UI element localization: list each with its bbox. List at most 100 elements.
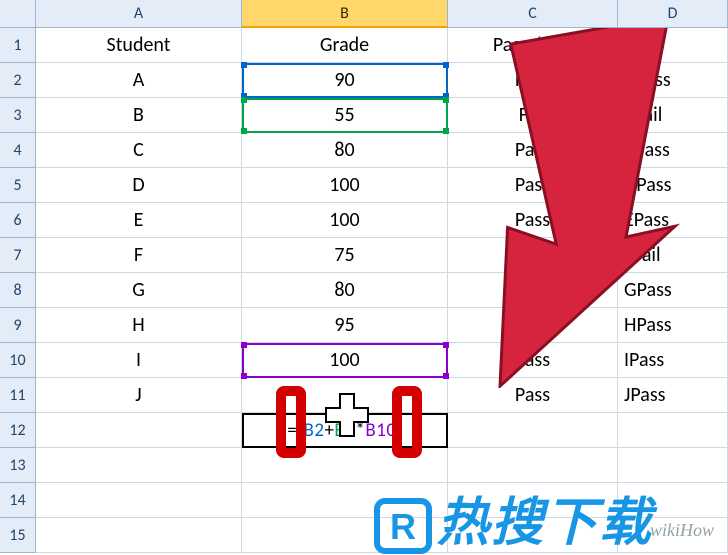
cell-C9[interactable]: Pass — [448, 308, 618, 343]
cell-C2[interactable]: Pass — [448, 63, 618, 98]
cell-B7[interactable]: 75 — [242, 238, 448, 273]
col-header-A[interactable]: A — [36, 0, 242, 28]
col-header-C[interactable]: C — [448, 0, 618, 28]
cell-A13[interactable] — [36, 448, 242, 483]
row-header-9[interactable]: 9 — [0, 308, 36, 343]
row-13: 13 — [0, 448, 728, 483]
cell-A7[interactable]: F — [36, 238, 242, 273]
cell-B4[interactable]: 80 — [242, 133, 448, 168]
cell-D6[interactable]: EPass — [618, 203, 728, 238]
row-header-2[interactable]: 2 — [0, 63, 36, 98]
cell-A15[interactable] — [36, 518, 242, 553]
cell-C11[interactable]: Pass — [448, 378, 618, 413]
cell-B5[interactable]: 100 — [242, 168, 448, 203]
row-4: 4 C 80 Pass CPass — [0, 133, 728, 168]
cell-A8[interactable]: G — [36, 273, 242, 308]
cell-B11[interactable] — [242, 378, 448, 413]
formula-close: ) — [396, 419, 402, 442]
row-header-3[interactable]: 3 — [0, 98, 36, 133]
row-10: 10 I 100 Pass IPass — [0, 343, 728, 378]
row-5: 5 D 100 Pass DPass — [0, 168, 728, 203]
cell-C13[interactable] — [448, 448, 618, 483]
cell-C7[interactable]: Fail — [448, 238, 618, 273]
cell-B2[interactable]: 90 — [242, 63, 448, 98]
col-header-D[interactable]: D — [618, 0, 728, 28]
row-header-1[interactable]: 1 — [0, 28, 36, 63]
formula-ref2: B3 — [334, 419, 355, 442]
formula-ref3: B10 — [365, 419, 396, 442]
cell-D8[interactable]: GPass — [618, 273, 728, 308]
cell-D13[interactable] — [618, 448, 728, 483]
row-header-4[interactable]: 4 — [0, 133, 36, 168]
formula-ref1: B2 — [303, 419, 324, 442]
cell-C10[interactable]: Pass — [448, 343, 618, 378]
cell-A4[interactable]: C — [36, 133, 242, 168]
row-header-12[interactable]: 12 — [0, 413, 36, 448]
row-header-8[interactable]: 8 — [0, 273, 36, 308]
row-2: 2 A 90 Pass APass — [0, 63, 728, 98]
cell-D9[interactable]: HPass — [618, 308, 728, 343]
cell-D7[interactable]: FFail — [618, 238, 728, 273]
cell-A6[interactable]: E — [36, 203, 242, 238]
column-header-row: A B C D — [0, 0, 728, 28]
row-3: 3 B 55 Fail BFail — [0, 98, 728, 133]
formula-open: =( — [287, 419, 303, 442]
watermark-resou: R 热搜下载 — [373, 480, 653, 555]
select-all-corner[interactable] — [0, 0, 36, 28]
cell-B6[interactable]: 100 — [242, 203, 448, 238]
cell-D4[interactable]: CPass — [618, 133, 728, 168]
row-11: 11 J Pass JPass — [0, 378, 728, 413]
cell-B13[interactable] — [242, 448, 448, 483]
row-header-11[interactable]: 11 — [0, 378, 36, 413]
cell-C3[interactable]: Fail — [448, 98, 618, 133]
cell-B9[interactable]: 95 — [242, 308, 448, 343]
cell-B3[interactable]: 55 — [242, 98, 448, 133]
cell-B10[interactable]: 100 — [242, 343, 448, 378]
formula-star: * — [355, 419, 365, 442]
cell-C1[interactable]: Pass / Fail — [448, 28, 618, 63]
cell-D3[interactable]: BFail — [618, 98, 728, 133]
cell-A5[interactable]: D — [36, 168, 242, 203]
cell-D2[interactable]: APass — [618, 63, 728, 98]
row-header-10[interactable]: 10 — [0, 343, 36, 378]
cell-D1[interactable] — [618, 28, 728, 63]
row-7: 7 F 75 Fail FFail — [0, 238, 728, 273]
row-header-7[interactable]: 7 — [0, 238, 36, 273]
cell-A9[interactable]: H — [36, 308, 242, 343]
row-header-6[interactable]: 6 — [0, 203, 36, 238]
row-9: 9 H 95 Pass HPass — [0, 308, 728, 343]
cell-A14[interactable] — [36, 483, 242, 518]
cell-A11[interactable]: J — [36, 378, 242, 413]
cell-B1[interactable]: Grade — [242, 28, 448, 63]
cell-D10[interactable]: IPass — [618, 343, 728, 378]
cell-D12[interactable] — [618, 413, 728, 448]
row-header-15[interactable]: 15 — [0, 518, 36, 553]
col-header-B[interactable]: B — [242, 0, 448, 28]
spreadsheet: A B C D 1 Student Grade Pass / Fail 2 A … — [0, 0, 728, 553]
watermark-wikihow: wikiHow — [650, 520, 714, 541]
row-header-14[interactable]: 14 — [0, 483, 36, 518]
row-header-5[interactable]: 5 — [0, 168, 36, 203]
cell-A10[interactable]: I — [36, 343, 242, 378]
cell-B8[interactable]: 80 — [242, 273, 448, 308]
formula-plus: + — [324, 419, 334, 442]
row-8: 8 G 80 Pass GPass — [0, 273, 728, 308]
cell-A2[interactable]: A — [36, 63, 242, 98]
logo-r-icon: R — [373, 495, 433, 555]
cell-A1[interactable]: Student — [36, 28, 242, 63]
row-header-13[interactable]: 13 — [0, 448, 36, 483]
cell-D11[interactable]: JPass — [618, 378, 728, 413]
formula-edit-box[interactable]: =(B2+B3*B10) — [242, 413, 448, 448]
watermark-resou-text: 热搜下载 — [437, 480, 653, 555]
cell-C4[interactable]: Pass — [448, 133, 618, 168]
svg-text:R: R — [390, 506, 416, 547]
cell-D5[interactable]: DPass — [618, 168, 728, 203]
cell-C12[interactable] — [448, 413, 618, 448]
row-1: 1 Student Grade Pass / Fail — [0, 28, 728, 63]
cell-C6[interactable]: Pass — [448, 203, 618, 238]
cell-A3[interactable]: B — [36, 98, 242, 133]
cell-C8[interactable]: Pass — [448, 273, 618, 308]
cell-A12[interactable] — [36, 413, 242, 448]
cell-C5[interactable]: Pass — [448, 168, 618, 203]
row-6: 6 E 100 Pass EPass — [0, 203, 728, 238]
